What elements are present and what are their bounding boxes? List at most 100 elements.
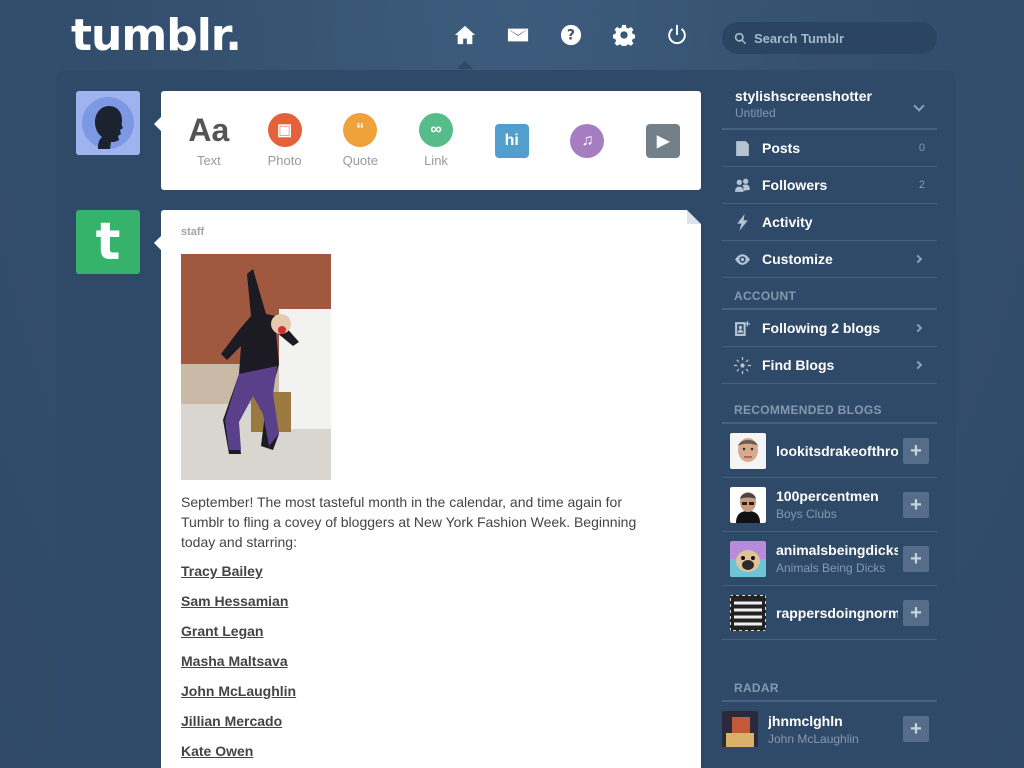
- sidebar: stylishscreenshotter Untitled Posts 0 Fo…: [722, 78, 937, 756]
- posts-icon: [732, 138, 752, 158]
- eye-icon: [732, 249, 752, 269]
- post-author[interactable]: staff: [181, 226, 204, 238]
- chevron-right-icon: [913, 360, 923, 370]
- blog-avatar: [722, 711, 758, 747]
- chat-icon: hi: [494, 123, 529, 158]
- text-post-icon: Aa: [188, 111, 230, 148]
- post-photo[interactable]: [181, 254, 331, 480]
- blog-avatar: [730, 594, 766, 631]
- chevron-right-icon: [913, 323, 923, 333]
- post-type-video[interactable]: ▶: [625, 95, 701, 187]
- mail-icon[interactable]: [505, 22, 531, 48]
- top-nav: ?: [452, 22, 690, 48]
- radar-blog-name: jhnmclghln: [768, 712, 843, 729]
- recommended-blog[interactable]: rappersdoingnormalshit +: [722, 586, 937, 640]
- recommended-blog-text: animalsbeingdicks Animals Being Dicks: [776, 542, 898, 575]
- follow-button[interactable]: +: [903, 600, 929, 626]
- recommended-blog-name: rappersdoingnormalshit: [776, 604, 898, 621]
- quote-icon: “: [343, 113, 378, 147]
- section-title-account: ACCOUNT: [722, 278, 937, 310]
- link-icon: ∞: [419, 113, 454, 147]
- recommended-blog[interactable]: animalsbeingdicks Animals Being Dicks +: [722, 532, 937, 586]
- sidebar-item-customize[interactable]: Customize: [722, 241, 937, 278]
- radar-blog-text: jhnmclghln John McLaughlin: [768, 713, 890, 746]
- post-type-quote[interactable]: “ Quote: [322, 95, 398, 187]
- search-input[interactable]: Search Tumblr: [722, 22, 937, 54]
- sidebar-item-label: Following 2 blogs: [762, 320, 881, 336]
- post-type-label: Quote: [342, 153, 378, 168]
- followers-icon: [732, 175, 752, 195]
- svg-text:?: ?: [567, 28, 575, 44]
- post-type-link[interactable]: ∞ Link: [398, 95, 474, 187]
- post-type-text[interactable]: Aa Text: [171, 95, 247, 187]
- home-icon[interactable]: [452, 22, 478, 48]
- sidebar-item-following[interactable]: Following 2 blogs: [722, 310, 937, 347]
- post-link[interactable]: Jillian Mercado: [181, 712, 296, 742]
- recommended-blog-subtitle: Boys Clubs: [776, 507, 837, 521]
- blog-name: stylishscreenshotter: [735, 88, 872, 104]
- post-body-text: September! The most tasteful month in th…: [181, 494, 637, 550]
- follow-button[interactable]: +: [903, 716, 929, 742]
- video-icon: ▶: [646, 123, 681, 158]
- tumblr-logo[interactable]: tumblr.: [71, 10, 242, 61]
- blog-switcher[interactable]: stylishscreenshotter Untitled: [722, 78, 937, 130]
- search-icon: [734, 32, 747, 44]
- post-type-audio[interactable]: ♫: [550, 95, 626, 187]
- sidebar-item-find-blogs[interactable]: Find Blogs: [722, 347, 937, 384]
- blog-avatar: [730, 540, 766, 577]
- recommended-blog-subtitle: Animals Being Dicks: [776, 561, 886, 575]
- recommended-blog[interactable]: 100percentmen Boys Clubs +: [722, 478, 937, 532]
- post-link[interactable]: Masha Maltsava: [181, 652, 296, 682]
- recommended-blog-text: lookitsdrakeofthrones: [776, 443, 898, 459]
- sidebar-item-posts[interactable]: Posts 0: [722, 130, 937, 167]
- radar-blog-subtitle: John McLaughlin: [768, 731, 859, 746]
- follow-button[interactable]: +: [903, 438, 929, 464]
- user-avatar[interactable]: [76, 91, 140, 155]
- gear-icon[interactable]: [611, 22, 637, 48]
- activity-icon: [732, 212, 752, 232]
- recommended-blog-name: lookitsdrakeofthrones: [776, 442, 898, 459]
- follow-button[interactable]: +: [903, 546, 929, 572]
- sidebar-item-label: Activity: [762, 214, 813, 230]
- post-link[interactable]: John McLaughlin: [181, 682, 296, 712]
- follow-button[interactable]: +: [903, 492, 929, 518]
- post-type-label: Photo: [267, 153, 302, 168]
- radar-blog[interactable]: jhnmclghln John McLaughlin +: [722, 702, 937, 756]
- sidebar-item-label: Posts: [762, 140, 801, 156]
- posts-count: 0: [918, 142, 925, 154]
- sidebar-item-followers[interactable]: Followers 2: [722, 167, 937, 204]
- staff-avatar[interactable]: t: [76, 210, 140, 274]
- recommended-blog-text: rappersdoingnormalshit: [776, 605, 898, 621]
- section-title-radar: RADAR: [722, 640, 937, 702]
- power-icon[interactable]: [664, 22, 690, 48]
- sidebar-item-activity[interactable]: Activity: [722, 204, 937, 241]
- sidebar-item-label: Find Blogs: [762, 357, 835, 373]
- recommended-blog[interactable]: lookitsdrakeofthrones +: [722, 424, 937, 478]
- following-icon: [732, 318, 752, 338]
- sidebar-item-label: Followers: [762, 177, 828, 193]
- headphones-icon: ♫: [570, 123, 605, 158]
- active-nav-caret: [457, 61, 473, 69]
- section-title-recommended: RECOMMENDED BLOGS: [722, 384, 937, 424]
- recommended-blog-name: 100percentmen: [776, 488, 879, 504]
- post-link[interactable]: Grant Legan: [181, 622, 296, 652]
- post-link[interactable]: Kate Owen: [181, 742, 296, 768]
- post-type-label: Link: [424, 153, 448, 168]
- post-link-list: Tracy Bailey Sam Hessamian Grant Legan M…: [181, 562, 296, 768]
- blog-avatar: [730, 486, 766, 523]
- post-fold-corner: [687, 210, 701, 224]
- new-post-bar: Aa Text ▣ Photo “ Quote ∞ Link hi ♫ ▶: [154, 91, 701, 190]
- search-placeholder: Search Tumblr: [754, 30, 845, 46]
- post-type-label: Text: [196, 153, 221, 168]
- post-type-photo[interactable]: ▣ Photo: [247, 95, 323, 187]
- chevron-right-icon: [913, 254, 923, 264]
- find-blogs-icon: [732, 355, 752, 375]
- post-card: staff September! The most tasteful month…: [154, 210, 701, 768]
- post-link[interactable]: Sam Hessamian: [181, 592, 296, 622]
- post-link[interactable]: Tracy Bailey: [181, 562, 296, 592]
- help-icon[interactable]: ?: [558, 22, 584, 48]
- camera-icon: ▣: [267, 113, 302, 147]
- blog-avatar: [730, 432, 766, 469]
- post-type-chat[interactable]: hi: [474, 95, 550, 187]
- recommended-blog-text: 100percentmen Boys Clubs: [776, 488, 898, 521]
